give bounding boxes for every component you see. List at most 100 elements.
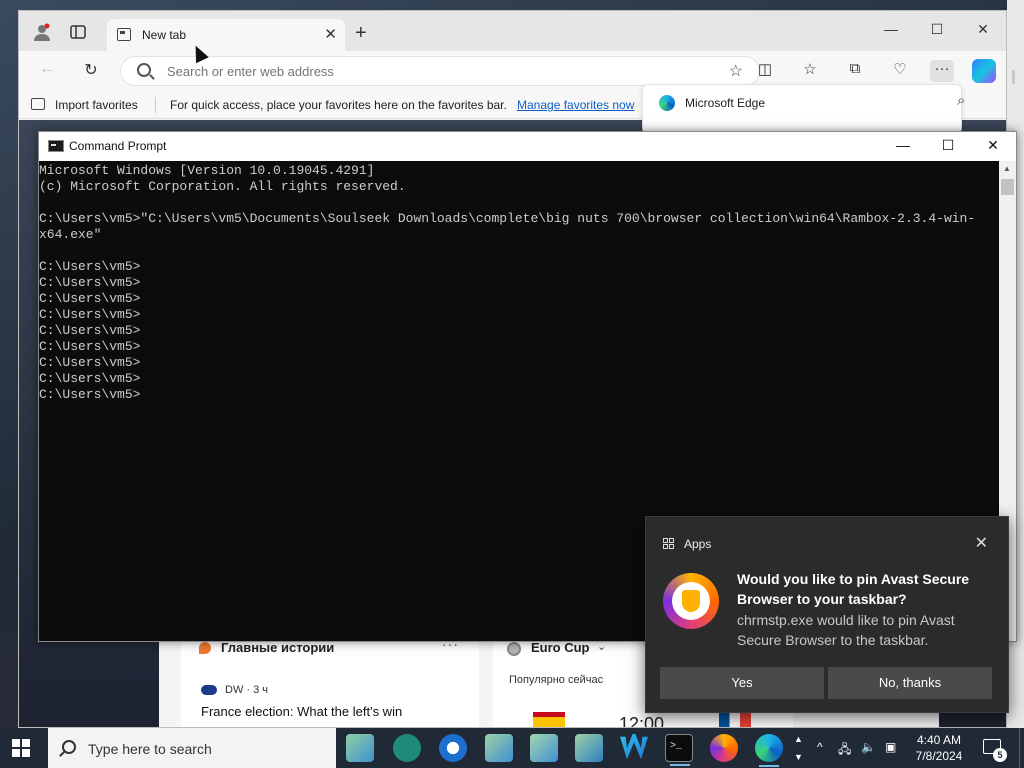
close-tab-icon[interactable]: ✕ [324, 25, 337, 43]
address-input[interactable] [167, 62, 687, 80]
settings-more-icon[interactable]: ··· [930, 60, 954, 82]
card-title: Euro Cup [531, 640, 590, 655]
scroll-up-icon[interactable]: ▲ [1003, 164, 1011, 173]
console-line: C:\Users\vm5> [39, 387, 141, 402]
taskbar-search-placeholder: Type here to search [88, 741, 212, 757]
match-time: 12:00 [619, 714, 665, 728]
installer-app-icon[interactable] [346, 734, 374, 762]
new-tab-page-icon [117, 28, 131, 41]
news-source: DW · 3 ч [225, 684, 269, 696]
windows-start-icon[interactable] [12, 739, 30, 757]
close-window-button[interactable]: ✕ [970, 21, 996, 38]
football-icon [507, 642, 521, 656]
cmd-taskbar-icon[interactable] [665, 734, 693, 766]
toast-title: Would you like to pin Avast Secure Brows… [737, 571, 970, 607]
console-line: C:\Users\vm5> [39, 355, 141, 370]
installer-app-icon-3[interactable] [530, 734, 558, 762]
clock-date: 7/8/2024 [915, 749, 963, 763]
cmd-minimize-button[interactable]: — [890, 137, 916, 153]
edge-label: Microsoft Edge [685, 96, 766, 110]
refresh-icon[interactable]: ↻ [79, 60, 103, 82]
show-hidden-icons-chevron-icon[interactable]: ^ [817, 740, 823, 754]
console-line: (c) Microsoft Corporation. All rights re… [39, 179, 406, 194]
show-desktop-button[interactable] [1019, 728, 1024, 768]
news-headline[interactable]: France election: What the left's win [201, 704, 402, 719]
notification-count-badge: 5 [993, 748, 1007, 762]
lr-app-icon[interactable] [439, 734, 467, 762]
pin-taskbar-toast: Apps ✕ Would you like to pin Avast Secur… [645, 516, 1009, 713]
favorites-icon[interactable]: ☆ [798, 60, 822, 82]
volume-muted-icon[interactable]: 🔈 [861, 740, 876, 754]
cmd-close-button[interactable]: ✕ [980, 137, 1006, 154]
toast-close-icon[interactable]: ✕ [975, 533, 988, 553]
profile-icon[interactable] [31, 21, 53, 43]
edge-suggestion-popup[interactable]: Microsoft Edge [642, 84, 962, 134]
installer-app-icon-2[interactable] [485, 734, 513, 762]
tab-actions-icon[interactable] [67, 21, 89, 43]
cmd-maximize-button[interactable]: ☐ [935, 137, 961, 154]
edge-taskbar-icon[interactable] [755, 734, 783, 767]
no-thanks-button[interactable]: No, thanks [828, 667, 992, 699]
console-line: x64.exe" [39, 227, 102, 242]
collections-icon[interactable]: ⧉ [843, 60, 867, 82]
card-subtitle: Популярно сейчас [509, 674, 604, 686]
console-line: C:\Users\vm5> [39, 339, 141, 354]
top-stories-card[interactable]: Главные истории ··· DW · 3 ч France elec… [181, 630, 479, 727]
screen-icon[interactable]: ▣ [885, 740, 896, 754]
tab-new-tab[interactable]: New tab ✕ [107, 19, 345, 51]
w-app-icon[interactable] [620, 734, 648, 760]
avast-browser-icon[interactable] [710, 734, 738, 762]
console-line: C:\Users\vm5> [39, 259, 141, 274]
address-bar[interactable]: ☆ [120, 56, 760, 86]
add-favorite-star-icon[interactable]: ☆ [729, 61, 743, 81]
tab-bar: New tab ✕ + — ☐ ✕ [19, 11, 1006, 51]
toast-app-name: Apps [684, 537, 712, 551]
scroll-thumb[interactable] [1001, 179, 1014, 195]
notification-center-icon[interactable]: 5 [983, 739, 1007, 762]
sidebar-search-icon[interactable]: ⌕ [957, 92, 965, 109]
edge-logo-icon [659, 95, 675, 111]
avast-logo-icon [663, 573, 719, 629]
system-clock[interactable]: 4:40 AM 7/8/2024 [908, 732, 970, 764]
divider [155, 97, 156, 113]
clock-time: 4:40 AM [916, 733, 962, 747]
console-line: C:\Users\vm5> [39, 307, 141, 322]
console-line: C:\Users\vm5> [39, 323, 141, 338]
console-line: C:\Users\vm5> [39, 275, 141, 290]
split-screen-icon[interactable]: ◫ [753, 60, 777, 82]
cmd-title: Command Prompt [69, 139, 167, 153]
taskbar-search-box[interactable]: Type here to search [48, 728, 336, 768]
import-icon [31, 98, 45, 110]
flame-icon [199, 642, 211, 654]
spain-flag-icon [533, 712, 565, 727]
browser-essentials-icon[interactable]: ♡ [888, 60, 912, 82]
import-favorites-button[interactable]: Import favorites [55, 98, 138, 112]
console-line: Microsoft Windows [Version 10.0.19045.42… [39, 163, 375, 178]
back-arrow-icon[interactable]: ← [35, 60, 59, 82]
france-flag-icon [719, 712, 751, 727]
dw-logo-icon [201, 685, 217, 695]
manage-favorites-link[interactable]: Manage favorites now [517, 98, 634, 112]
toast-body: chrmstp.exe would like to pin Avast Secu… [737, 612, 955, 648]
apps-icon [663, 538, 675, 550]
yes-button[interactable]: Yes [660, 667, 824, 699]
search-icon [62, 740, 76, 754]
new-tab-button[interactable]: + [355, 23, 367, 43]
cmd-app-icon [48, 140, 64, 152]
tab-label: New tab [142, 28, 187, 42]
green-app-icon[interactable] [393, 734, 421, 762]
maximize-button[interactable]: ☐ [924, 21, 950, 38]
console-line: C:\Users\vm5> [39, 291, 141, 306]
console-line: C:\Users\vm5> [39, 371, 141, 386]
minimize-button[interactable]: — [878, 21, 904, 37]
search-icon [137, 63, 151, 77]
cmd-title-bar[interactable]: Command Prompt — ☐ ✕ [39, 132, 1016, 161]
network-icon[interactable]: 🖧 [838, 740, 851, 761]
taskbar: Type here to search ▲▼ ^ 🖧 🔈 ▣ 4:40 AM 7… [0, 728, 1024, 768]
taskbar-scroll-arrows-icon[interactable]: ▲ ▼ [794, 730, 803, 766]
card-title: Главные истории [221, 640, 335, 655]
copilot-icon[interactable] [972, 59, 996, 83]
installer-app-icon-4[interactable] [575, 734, 603, 762]
